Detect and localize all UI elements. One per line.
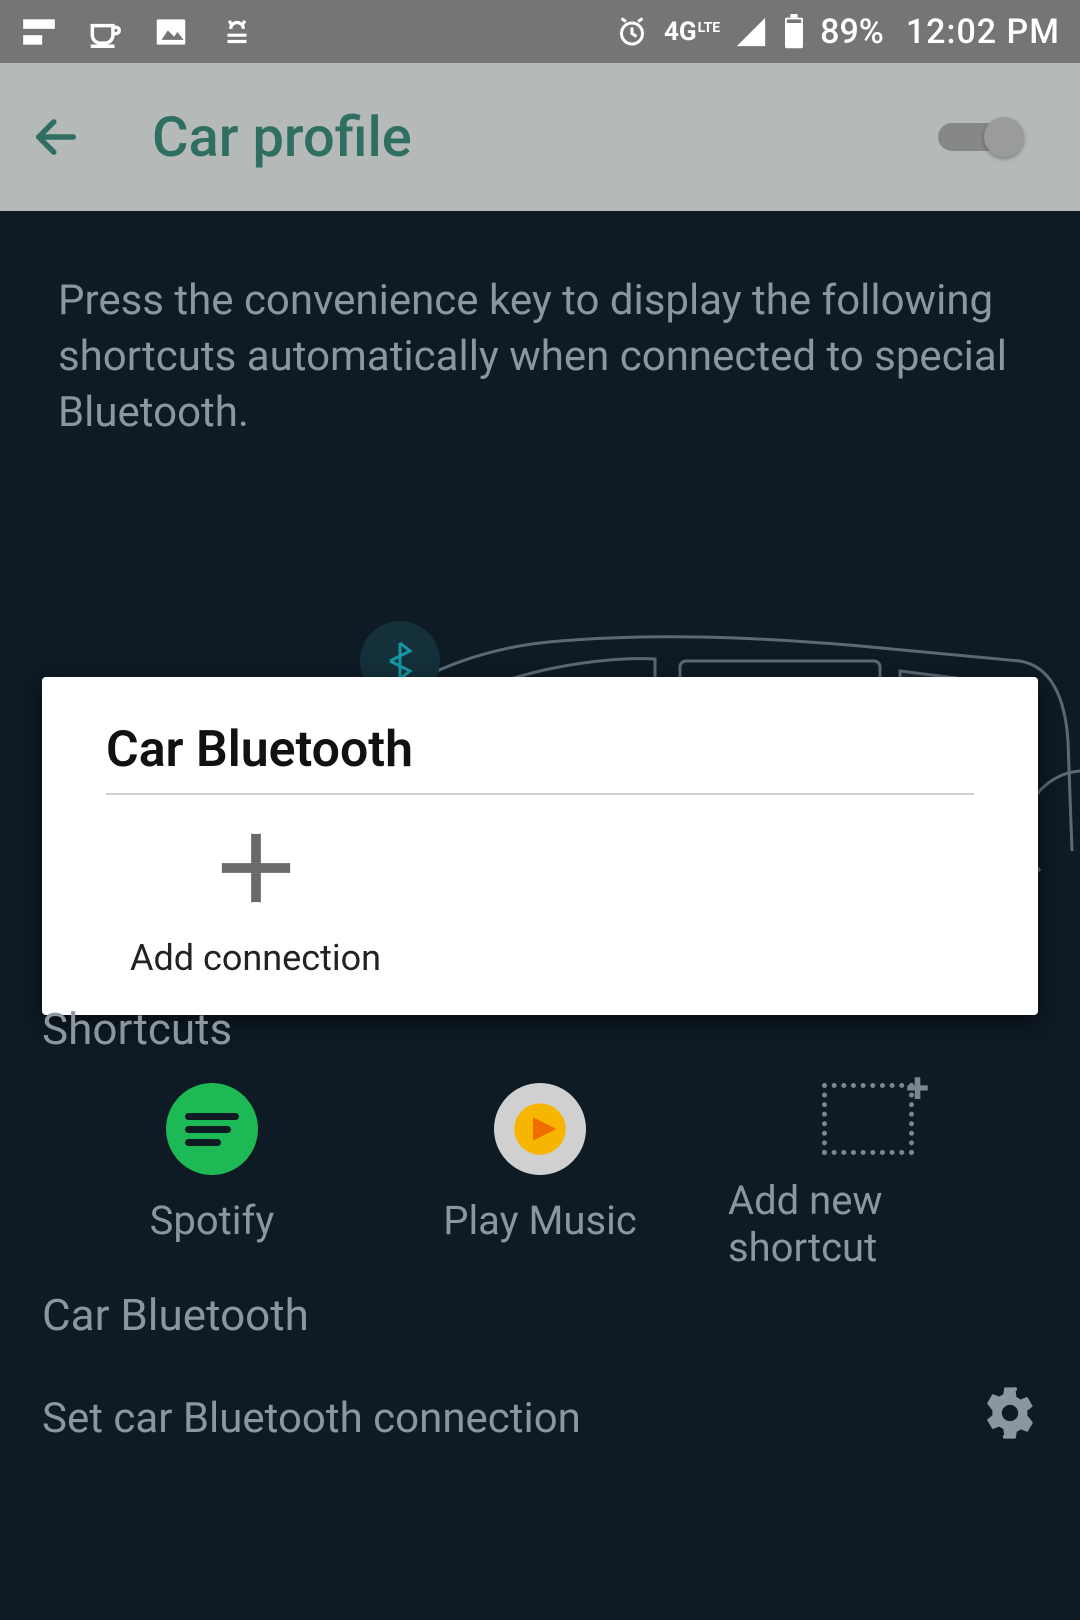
shortcuts-section: Shortcuts Spotify Play Music + Add new s… [42, 1003, 1038, 1271]
spotify-icon [166, 1083, 258, 1175]
add-connection-label: Add connection [130, 937, 381, 979]
card-title: Car Bluetooth [106, 721, 974, 795]
gallery-icon [152, 13, 190, 51]
app-bar: Car profile [0, 63, 1080, 211]
clock-time: 12:02 PM [906, 12, 1060, 52]
gear-icon[interactable] [982, 1385, 1038, 1452]
set-car-bluetooth-row[interactable]: Set car Bluetooth connection [42, 1385, 1038, 1452]
network-4g-icon: 4G LTE [664, 19, 720, 45]
status-bar: 4G LTE 89% 12:02 PM [0, 0, 1080, 63]
shortcut-spotify[interactable]: Spotify [72, 1083, 352, 1244]
bluetooth-card: Car Bluetooth Add connection [42, 677, 1038, 1015]
play-music-icon [494, 1083, 586, 1175]
back-icon[interactable] [30, 111, 82, 163]
description-text: Press the convenience key to display the… [0, 211, 1080, 441]
shortcut-label: Play Music [443, 1197, 637, 1244]
plus-icon [217, 829, 295, 911]
shortcut-label: Spotify [150, 1197, 275, 1244]
add-shortcut-icon: + [822, 1083, 914, 1155]
coffee-icon [86, 13, 124, 51]
network-4g-label: 4G [664, 19, 697, 45]
mini-plus-icon: + [906, 1068, 929, 1110]
page-title: Car profile [152, 104, 412, 170]
alarm-icon [614, 14, 650, 50]
notification-icon-1 [20, 13, 58, 51]
shortcut-play-music[interactable]: Play Music [400, 1083, 680, 1244]
shortcut-label: Add new shortcut [728, 1177, 1008, 1271]
profile-toggle[interactable] [938, 117, 1024, 157]
car-bluetooth-heading: Car Bluetooth [42, 1289, 1038, 1341]
network-lte-label: LTE [698, 21, 721, 35]
signal-icon [734, 15, 768, 49]
battery-percent: 89% [820, 12, 884, 52]
battery-icon [782, 14, 806, 50]
content-area: Press the convenience key to display the… [0, 211, 1080, 1620]
shortcut-add-new[interactable]: + Add new shortcut [728, 1083, 1008, 1271]
car-bluetooth-section: Car Bluetooth Set car Bluetooth connecti… [42, 1289, 1038, 1452]
add-connection-button[interactable]: Add connection [106, 823, 381, 979]
set-car-bluetooth-label: Set car Bluetooth connection [42, 1394, 581, 1443]
android-icon [218, 13, 256, 51]
shortcuts-heading: Shortcuts [42, 1003, 1038, 1055]
